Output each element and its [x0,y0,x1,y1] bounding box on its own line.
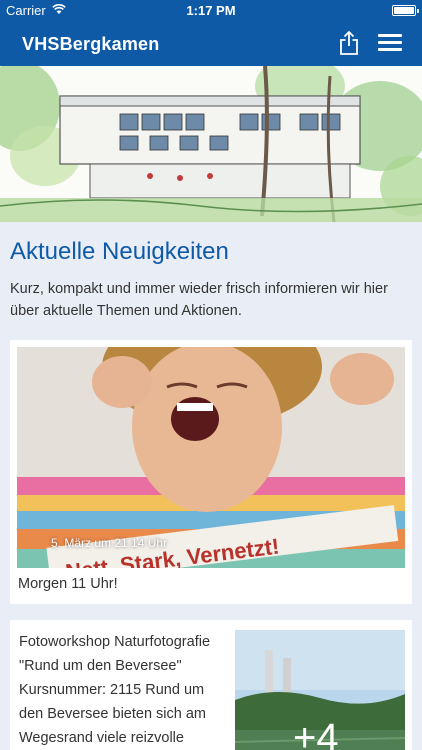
news-card[interactable]: Fotoworkshop Naturfotografie "Rund um de… [10,620,412,750]
app-title: VHSBergkamen [22,34,160,54]
page-title: Aktuelle Neuigkeiten [10,238,229,265]
clock: 1:17 PM [186,3,236,18]
hamburger-menu-icon[interactable] [378,34,402,52]
share-icon[interactable] [338,30,360,56]
intro-text: Kurz, kompakt und immer wieder frisch in… [10,281,388,319]
news-date: 5. März um 21:14 Uhr [51,536,168,550]
battery-icon [392,5,419,16]
news-caption: Morgen 11 Uhr! [18,576,118,592]
news-card[interactable]: Nett, Stark, Vernetzt! 5. März um 21:14 … [10,340,412,604]
more-images-count: +4 [293,716,339,750]
news-text: Fotoworkshop Naturfotografie "Rund um de… [19,634,211,746]
header-illustration [0,66,422,222]
news-image: Nett, Stark, Vernetzt! 5. März um 21:14 … [17,347,405,568]
news-thumbnail[interactable]: +4 [235,630,405,750]
status-bar: Carrier 1:17 PM [0,0,422,20]
app-header: Carrier 1:17 PM VHSBergkamen [0,0,422,66]
